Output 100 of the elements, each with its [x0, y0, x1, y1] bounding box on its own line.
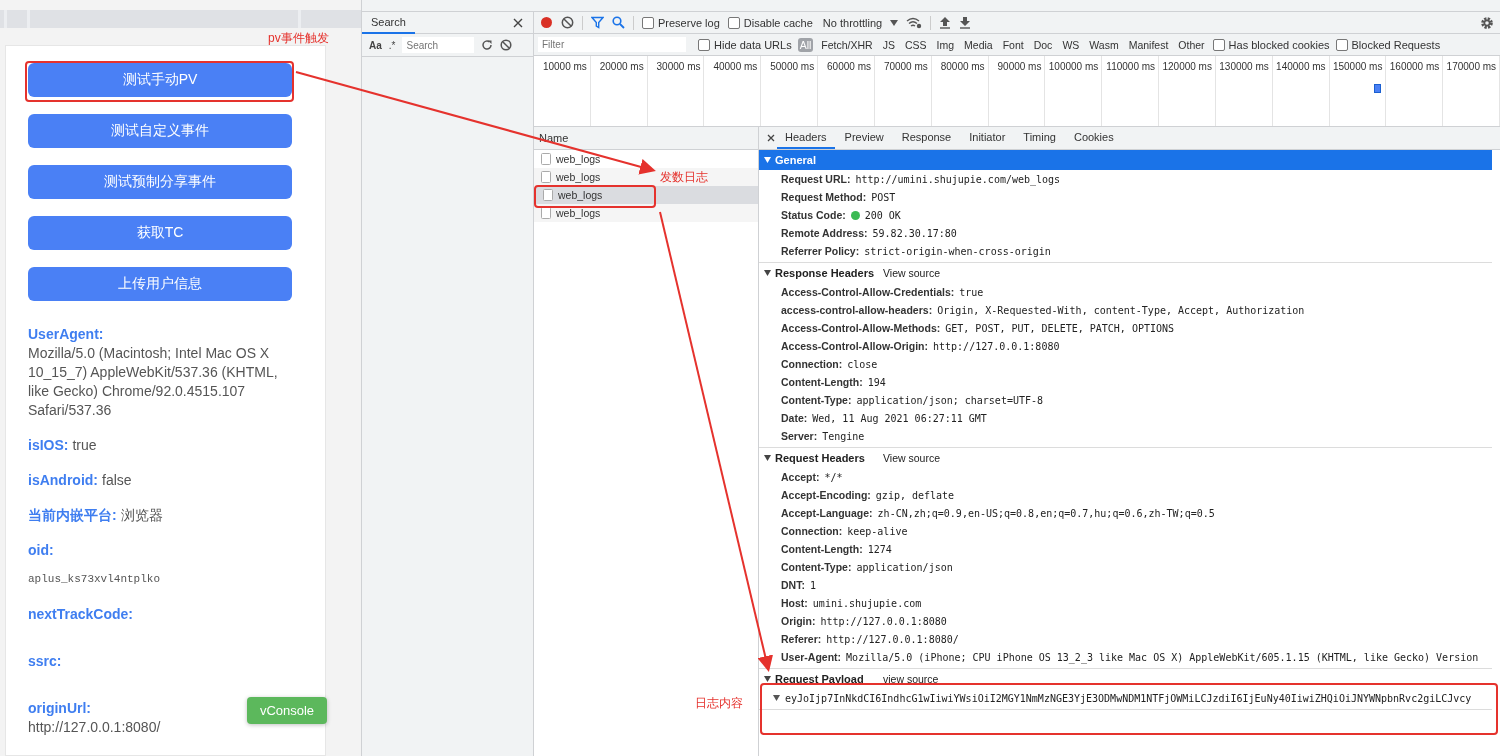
- header-name: Server:: [781, 430, 818, 442]
- type-filter[interactable]: Wasm: [1087, 37, 1121, 52]
- type-filter[interactable]: Img: [934, 37, 957, 52]
- status-dot-icon: [850, 210, 860, 220]
- type-filter[interactable]: Media: [962, 37, 995, 52]
- type-filter[interactable]: Doc: [1031, 37, 1055, 52]
- throttling-select[interactable]: No throttling: [822, 16, 883, 29]
- view-source-link[interactable]: View source: [883, 267, 940, 279]
- expand-triangle-icon[interactable]: [764, 676, 771, 682]
- header-value: 194: [867, 376, 886, 388]
- view-source-link[interactable]: View source: [883, 452, 940, 464]
- request-row[interactable]: web_logs: [534, 150, 758, 168]
- search-field[interactable]: Search: [402, 37, 475, 53]
- clear-icon[interactable]: [561, 16, 574, 29]
- record-icon[interactable]: [540, 16, 553, 29]
- action-button[interactable]: 上传用户信息: [28, 267, 292, 301]
- expand-triangle-icon[interactable]: [764, 455, 771, 461]
- expand-triangle-icon[interactable]: [764, 270, 771, 276]
- request-row[interactable]: web_logs: [534, 204, 758, 222]
- close-icon[interactable]: [767, 134, 775, 142]
- section-header[interactable]: Request Payload: [759, 669, 870, 689]
- header-name: Access-Control-Allow-Credentials:: [781, 286, 955, 298]
- header-name: Referrer Policy:: [781, 245, 860, 257]
- detail-tab[interactable]: Timing: [1015, 127, 1064, 149]
- info-value: http://127.0.0.1:8080/: [28, 719, 161, 735]
- header-value: POST: [871, 191, 896, 203]
- wifi-gear-icon[interactable]: [906, 16, 923, 29]
- search-icon[interactable]: [612, 16, 625, 29]
- header-value: 200 OK: [864, 209, 901, 221]
- expand-triangle-icon[interactable]: [773, 695, 780, 701]
- info-label: oid:: [28, 542, 54, 558]
- detail-tab[interactable]: Initiator: [961, 127, 1014, 149]
- info-value: true: [72, 437, 97, 453]
- view-source-link[interactable]: view source: [883, 673, 939, 685]
- settings-icon[interactable]: [1480, 15, 1494, 30]
- type-filter[interactable]: Fetch/XHR: [819, 37, 875, 52]
- detail-tab[interactable]: Cookies: [1065, 127, 1122, 149]
- header-value: http://127.0.0.1:8080/: [826, 633, 959, 645]
- clear-icon[interactable]: [500, 39, 513, 51]
- document-icon: [541, 171, 551, 183]
- header-name: Content-Length:: [781, 376, 863, 388]
- hide-data-urls-checkbox[interactable]: Hide data URLs: [698, 38, 792, 51]
- timeline-tick: 150000 ms: [1332, 61, 1383, 72]
- request-row[interactable]: web_logs: [536, 186, 758, 204]
- header-value: Tengine: [822, 430, 865, 442]
- upload-icon[interactable]: [939, 16, 952, 29]
- type-filter[interactable]: Manifest: [1126, 37, 1171, 52]
- timeline-tick: 120000 ms: [1162, 61, 1212, 72]
- annotation-text: 发数日志: [660, 169, 708, 186]
- header-value: 59.82.30.17:80: [872, 227, 957, 239]
- header-value: gzip, deflate: [875, 489, 955, 501]
- type-filter[interactable]: Other: [1176, 37, 1207, 52]
- refresh-icon[interactable]: [481, 39, 494, 51]
- detail-tab[interactable]: Preview: [836, 127, 892, 149]
- expand-triangle-icon[interactable]: [764, 157, 771, 163]
- filter-icon[interactable]: [591, 16, 604, 29]
- filter-field[interactable]: Filter: [538, 37, 686, 52]
- timeline-tick: 110000 ms: [1106, 61, 1156, 72]
- info-value: aplus_ks73xvl4ntplko: [28, 573, 161, 585]
- regex-toggle[interactable]: .*: [388, 39, 396, 51]
- header-name: Content-Type:: [781, 394, 852, 406]
- timeline-tick: 70000 ms: [883, 61, 928, 72]
- header-value: GET, POST, PUT, DELETE, PATCH, OPTIONS: [945, 322, 1175, 334]
- header-value: application/json; charset=UTF-8: [856, 394, 1044, 406]
- header-value: keep-alive: [847, 525, 908, 537]
- header-value: http://umini.shujupie.com/web_logs: [855, 173, 1061, 185]
- timeline-tick: 60000 ms: [827, 61, 871, 72]
- info-label: isAndroid:: [28, 472, 98, 488]
- blocked-cookies-checkbox[interactable]: Has blocked cookies: [1212, 38, 1330, 51]
- preserve-log-checkbox[interactable]: Preserve log: [642, 16, 720, 29]
- download-icon[interactable]: [959, 16, 972, 29]
- type-filter[interactable]: JS: [880, 37, 897, 52]
- action-button[interactable]: 测试自定义事件: [28, 114, 292, 148]
- section-header[interactable]: Response Headers: [759, 263, 881, 283]
- document-icon: [541, 153, 551, 165]
- type-filter[interactable]: WS: [1060, 37, 1082, 52]
- timeline-tick: 90000 ms: [997, 61, 1042, 72]
- document-icon: [543, 189, 553, 201]
- header-value: close: [847, 358, 878, 370]
- annotation-text: 日志内容: [695, 695, 743, 712]
- annotation-text: pv事件触发: [268, 30, 329, 47]
- section-header[interactable]: Request Headers: [759, 448, 871, 468]
- header-value: true: [959, 286, 984, 298]
- header-name: Request URL:: [781, 173, 851, 185]
- type-filter[interactable]: CSS: [902, 37, 929, 52]
- disable-cache-checkbox[interactable]: Disable cache: [727, 16, 813, 29]
- action-button[interactable]: 测试手动PV: [28, 63, 292, 97]
- match-case-toggle[interactable]: Aa: [369, 39, 382, 51]
- timeline-tick: 30000 ms: [656, 61, 701, 72]
- detail-tab[interactable]: Response: [893, 127, 960, 149]
- header-value: zh-CN,zh;q=0.9,en-US;q=0.8,en;q=0.7,hu;q=0.6,zh-TW;q=0.5: [877, 507, 1215, 519]
- info-label: ssrc:: [28, 653, 62, 669]
- timeline-tick: 170000 ms: [1446, 61, 1497, 72]
- blocked-requests-checkbox[interactable]: Blocked Requests: [1335, 38, 1441, 51]
- close-icon[interactable]: [513, 17, 523, 28]
- section-header[interactable]: General: [759, 150, 1492, 170]
- action-button[interactable]: 测试预制分享事件: [28, 165, 292, 199]
- type-filter[interactable]: Font: [1000, 37, 1026, 52]
- action-button[interactable]: 获取TC: [28, 216, 292, 250]
- header-name: Date:: [781, 412, 808, 424]
